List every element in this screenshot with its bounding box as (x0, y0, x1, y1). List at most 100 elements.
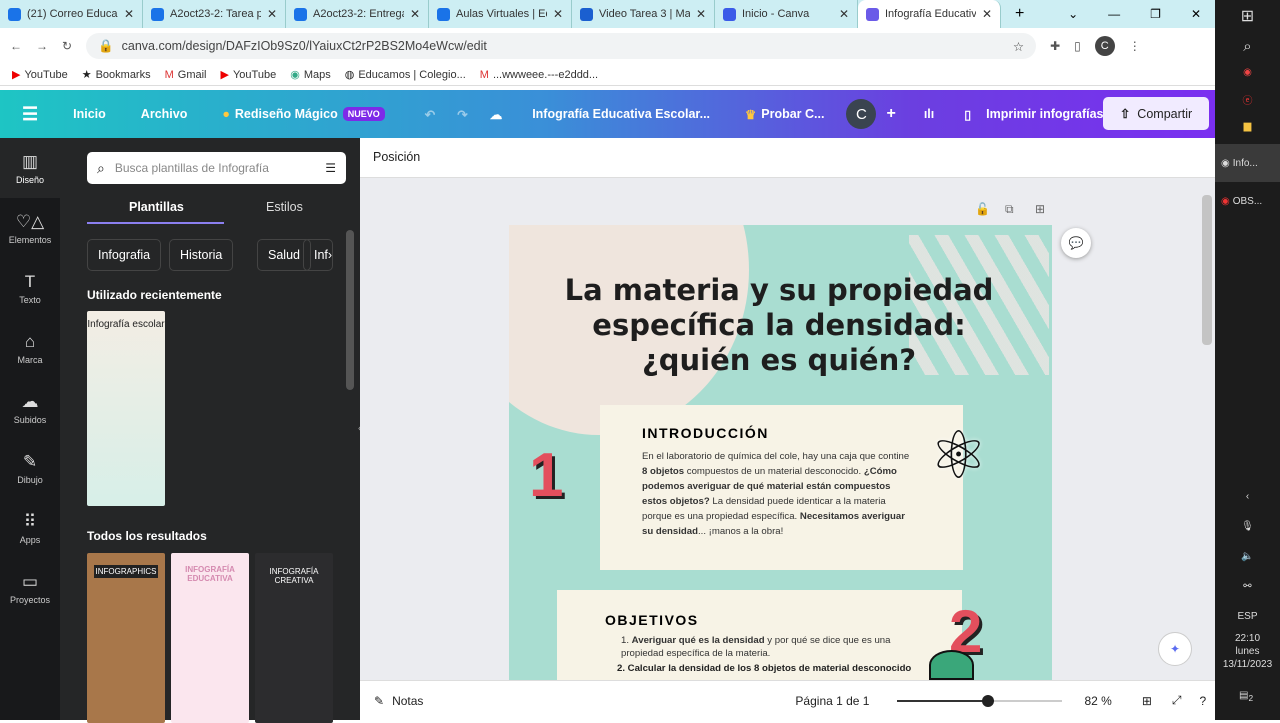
network-icon[interactable]: ⚯ (1215, 572, 1280, 602)
undo-icon[interactable]: ↶ (425, 107, 435, 122)
canvas-scrollbar[interactable] (1202, 190, 1212, 670)
taskbar-app-obs[interactable]: ◉ OBS... (1215, 182, 1280, 220)
rail-item-elementos[interactable]: ♡△ Elementos (0, 198, 60, 258)
bookmark-item[interactable]: ▶ YouTube (221, 68, 277, 82)
new-tab-icon[interactable]: + (1015, 5, 1024, 23)
intro-card[interactable]: INTRODUCCIÓN En el laboratorio de químic… (600, 405, 963, 570)
bookmark-item[interactable]: M ...wwweee.---e2ddd... (480, 69, 598, 81)
user-avatar[interactable]: C (846, 99, 877, 129)
mic-icon[interactable]: 🎙 (1215, 512, 1280, 542)
close-tab-icon[interactable]: ✕ (839, 7, 849, 21)
profile-avatar[interactable]: C (1094, 36, 1115, 56)
browser-tab[interactable]: Aulas Virtuales | Ed ✕ (429, 0, 572, 28)
taskbar-app-chrome[interactable]: ◉ Info... (1215, 144, 1280, 182)
minimize-icon[interactable]: — (1108, 7, 1120, 21)
browser-tab[interactable]: (21) Correo Educa ✕ (0, 0, 143, 28)
back-icon[interactable]: ← (10, 39, 22, 53)
maximize-icon[interactable]: ❐ (1150, 7, 1161, 21)
rail-item-dibujo[interactable]: ✎ Dibujo (0, 438, 60, 498)
chip-historia[interactable]: Historia (169, 239, 234, 271)
browser-tab[interactable]: Video Tarea 3 | Ma ✕ (572, 0, 715, 28)
browser-tab[interactable]: Infografía Educativa ✕ (858, 0, 1001, 28)
bookmark-item[interactable]: M Gmail (165, 69, 207, 81)
close-tab-icon[interactable]: ✕ (410, 7, 420, 21)
zoom-level[interactable]: 82 % (1084, 694, 1111, 708)
sidepanel-icon[interactable]: ▯ (1074, 39, 1081, 53)
notifications-icon[interactable]: ▤2 (1239, 690, 1253, 703)
share-button[interactable]: ⇧ Compartir (1103, 97, 1209, 130)
cloud-saved-icon[interactable]: ☁ (490, 107, 503, 122)
edge-app-icon[interactable]: ⓔ (1215, 78, 1280, 107)
star-icon[interactable]: ☆ (1013, 39, 1024, 54)
volume-icon[interactable]: 🔈 (1215, 542, 1280, 572)
add-page-icon[interactable]: ⊞ (1035, 202, 1045, 216)
browser-tab[interactable]: A2oct23-2: Entrega ✕ (286, 0, 429, 28)
document-title[interactable]: Infografía Educativa Escolar... (532, 107, 710, 121)
redo-icon[interactable]: ↷ (457, 107, 467, 122)
file-explorer-icon[interactable]: ▆ (1215, 107, 1280, 132)
chrome-icon[interactable]: ◉ (1215, 55, 1280, 78)
notes-icon[interactable]: ✎ (374, 694, 384, 708)
analytics-icon[interactable]: ılı (924, 107, 934, 121)
magic-redesign-button[interactable]: ● Rediseño Mágico NUEVO (222, 107, 385, 121)
clock[interactable]: 22:10 lunes 13/11/2023 (1215, 632, 1280, 671)
chevron-left-icon[interactable]: ‹ (1215, 482, 1280, 512)
fullscreen-icon[interactable]: ⤢ (1172, 693, 1182, 708)
rail-item-proyectos[interactable]: ▭ Proyectos (0, 558, 60, 618)
forward-icon[interactable]: → (36, 39, 48, 53)
bookmark-item[interactable]: ★ Bookmarks (82, 68, 151, 82)
windows-start-icon[interactable]: ⊞ (1215, 0, 1280, 26)
close-tab-icon[interactable]: ✕ (267, 7, 277, 21)
rail-item-apps[interactable]: ⠿ Apps (0, 498, 60, 558)
grid-view-icon[interactable]: ⊞ (1142, 694, 1152, 708)
lock-icon[interactable]: 🔓 (975, 202, 990, 216)
tab-estilos[interactable]: Estilos (266, 200, 303, 214)
bookmark-item[interactable]: ▶ YouTube (12, 68, 68, 82)
chip-more[interactable]: Inf › (303, 239, 333, 271)
close-window-icon[interactable]: ✕ (1191, 7, 1201, 21)
inicio-button[interactable]: Inicio (73, 107, 106, 121)
close-tab-icon[interactable]: ✕ (982, 7, 992, 21)
duplicate-page-icon[interactable]: ⧉ (1005, 202, 1014, 217)
design-title[interactable]: La materia y su propiedad específica la … (549, 273, 1009, 378)
close-tab-icon[interactable]: ✕ (124, 7, 134, 21)
help-icon[interactable]: ? (1200, 694, 1207, 708)
reload-icon[interactable]: ↻ (62, 39, 72, 53)
search-icon[interactable]: ⌕ (1215, 26, 1280, 55)
objectives-card[interactable]: OBJETIVOS 1. Averiguar qué es la densida… (557, 590, 962, 680)
bookmark-item[interactable]: ◉ Maps (290, 68, 331, 82)
extensions-icon[interactable]: ✚ (1050, 39, 1060, 53)
tab-plantillas[interactable]: Plantillas (129, 200, 184, 214)
add-user-icon[interactable]: + (886, 105, 895, 123)
close-tab-icon[interactable]: ✕ (553, 7, 563, 21)
browser-tab[interactable]: Inicio - Canva ✕ (715, 0, 858, 28)
page-indicator[interactable]: Página 1 de 1 (795, 694, 869, 708)
bookmark-item[interactable]: ◍ Educamos | Colegio... (345, 68, 466, 82)
result-thumb[interactable]: INFOGRAPHICS (87, 553, 165, 723)
language-indicator[interactable]: ESP (1215, 602, 1280, 632)
url-input[interactable]: 🔒 canva.com/design/DAFzIOb9Sz0/lYaiuxCt2r… (86, 33, 1037, 59)
position-button[interactable]: Posición (373, 150, 420, 164)
archivo-button[interactable]: Archivo (141, 107, 188, 121)
design-page[interactable]: La materia y su propiedad específica la … (509, 225, 1052, 680)
chip-infografia[interactable]: Infografia (87, 239, 162, 271)
rail-item-subidos[interactable]: ☁ Subidos (0, 378, 60, 438)
filter-icon[interactable]: ☰ (325, 161, 336, 175)
rail-item-marca[interactable]: ⌂ Marca (0, 318, 60, 378)
magic-assistant-button[interactable]: ✦ (1158, 632, 1192, 666)
result-thumb[interactable]: INFOGRAFÍA CREATIVA (255, 553, 333, 723)
template-search-input[interactable]: ⌕ Busca plantillas de Infografía ☰ (87, 152, 346, 184)
add-comment-icon[interactable]: 💬 (1061, 228, 1091, 258)
tab-search-icon[interactable]: ⌄ (1068, 7, 1078, 21)
notes-button[interactable]: Notas (392, 694, 423, 708)
close-tab-icon[interactable]: ✕ (696, 7, 706, 21)
print-button[interactable]: ▯ Imprimir infografías (964, 107, 1103, 122)
result-thumb[interactable]: INFOGRAFÍA EDUCATIVA (171, 553, 249, 723)
browser-tab[interactable]: A2oct23-2: Tarea p ✕ (143, 0, 286, 28)
menu-icon[interactable]: ☰ (22, 104, 38, 125)
rail-item-texto[interactable]: T Texto (0, 258, 60, 318)
panel-scrollbar[interactable] (346, 230, 354, 390)
zoom-slider[interactable] (897, 694, 1063, 707)
recent-template-thumb[interactable]: Infografía escolar (87, 311, 165, 506)
rail-item-diseño[interactable]: ▥ Diseño (0, 138, 60, 198)
